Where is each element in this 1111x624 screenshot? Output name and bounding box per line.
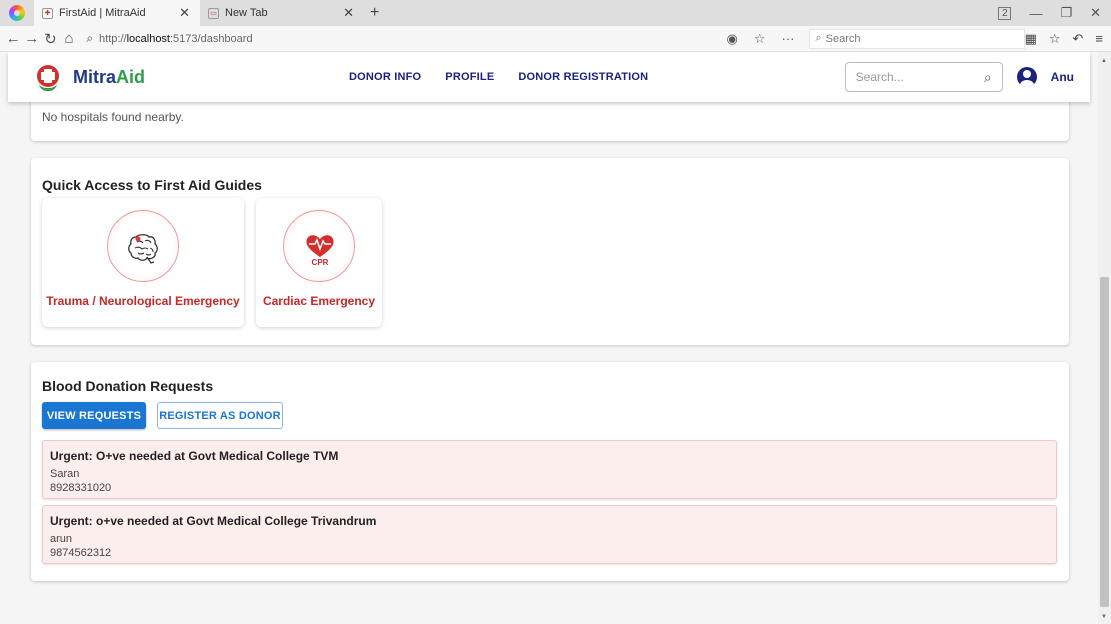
mitraaid-logo-icon[interactable]: [37, 63, 59, 91]
brand-main: Mitra: [73, 66, 117, 87]
request-name: arun: [50, 533, 73, 545]
guide-icon-ring: [107, 210, 179, 282]
guide-cardiac[interactable]: CPR Cardiac Emergency: [256, 198, 382, 327]
request-phone: 8928331020: [50, 482, 112, 494]
history-back-icon[interactable]: ↶: [1073, 31, 1084, 47]
app-header: MitraAid DONOR INFO PROFILE DONOR REGIST…: [8, 52, 1090, 102]
cpr-text: CPR: [312, 258, 329, 267]
more-icon[interactable]: ···: [782, 31, 795, 47]
address-search-icon: ⌕: [86, 31, 94, 45]
menu-donor-info[interactable]: DONOR INFO: [349, 71, 421, 83]
browser-tools: ▦ ☆ ↶ ≡: [1025, 31, 1111, 47]
guides-title: Quick Access to First Aid Guides: [42, 177, 262, 193]
brand-name[interactable]: MitraAid: [73, 67, 145, 88]
nearby-message: No hospitals found nearby.: [42, 110, 184, 124]
minimize-icon[interactable]: —: [1029, 6, 1042, 21]
tracking-icon[interactable]: ◉: [727, 31, 738, 47]
blood-title: Blood Donation Requests: [42, 378, 214, 394]
scroll-up-icon[interactable]: ▲: [1101, 58, 1107, 64]
forward-icon[interactable]: →: [23, 30, 42, 47]
scroll-down-icon[interactable]: ▼: [1101, 614, 1107, 620]
guide-label: Cardiac Emergency: [262, 294, 376, 308]
register-donor-button[interactable]: REGISTER AS DONOR: [157, 402, 283, 429]
page-scrollbar[interactable]: ▲ ▼: [1098, 52, 1111, 624]
app-search-input[interactable]: Search... ⌕: [844, 62, 1003, 92]
favicon-icon: ✚: [42, 7, 53, 19]
user-avatar-icon[interactable]: [1016, 67, 1037, 87]
close-tab-icon[interactable]: ✕: [179, 5, 190, 21]
reload-icon[interactable]: ↻: [41, 30, 60, 48]
tab-count-badge[interactable]: 2: [998, 6, 1012, 20]
menu-profile[interactable]: PROFILE: [445, 71, 494, 83]
new-tab-icon[interactable]: +: [370, 4, 379, 22]
url-host: localhost: [126, 32, 170, 45]
request-title: Urgent: o+ve needed at Govt Medical Coll…: [50, 514, 377, 528]
request-title: Urgent: O+ve needed at Govt Medical Coll…: [50, 449, 339, 463]
blood-request-item[interactable]: Urgent: o+ve needed at Govt Medical Coll…: [42, 505, 1057, 564]
heart-cpr-icon: CPR: [306, 235, 334, 267]
search-icon[interactable]: ⌕: [984, 69, 992, 86]
main-menu: DONOR INFO PROFILE DONOR REGISTRATION: [349, 71, 648, 83]
tab-firstaid[interactable]: ✚ FirstAid | MitraAid ✕: [34, 0, 200, 26]
blood-request-item[interactable]: Urgent: O+ve needed at Govt Medical Coll…: [42, 440, 1057, 499]
guide-trauma-neurological[interactable]: Trauma / Neurological Emergency: [42, 198, 244, 327]
view-requests-button[interactable]: VIEW REQUESTS: [42, 402, 146, 429]
tab-title: New Tab: [225, 7, 268, 19]
tab-new-tab[interactable]: ▭ New Tab ✕: [200, 0, 364, 26]
close-window-icon[interactable]: ✕: [1090, 5, 1101, 21]
favorites-icon[interactable]: ☆: [1049, 31, 1061, 47]
newtab-favicon-icon: ▭: [208, 7, 219, 19]
first-aid-guides-card: Quick Access to First Aid Guides Trauma …: [31, 158, 1069, 345]
url-path: :5173/dashboard: [170, 32, 253, 45]
window-controls: 2 — ❐ ✕: [998, 5, 1111, 21]
app-search-placeholder: Search...: [855, 70, 904, 84]
brand-accent: Aid: [116, 66, 146, 87]
back-icon[interactable]: ←: [4, 30, 23, 47]
browser-search-input[interactable]: ⌕ Search: [808, 28, 1025, 49]
url-prefix: http://: [99, 32, 127, 45]
tab-title: FirstAid | MitraAid: [59, 7, 146, 19]
address-bar[interactable]: ⌕ http://localhost:5173/dashboard: [86, 29, 736, 49]
request-name: Saran: [50, 468, 80, 480]
restore-icon[interactable]: ❐: [1060, 5, 1072, 21]
browser-logo-icon[interactable]: [9, 5, 25, 21]
url-actions: ◉ ☆ ···: [727, 31, 795, 47]
guide-icon-ring: CPR: [283, 210, 355, 282]
username[interactable]: Anu: [1051, 70, 1074, 84]
request-phone: 9874562312: [50, 547, 112, 559]
scroll-thumb[interactable]: [1100, 277, 1109, 607]
close-tab-icon[interactable]: ✕: [343, 5, 354, 21]
home-icon[interactable]: ⌂: [60, 30, 79, 47]
browser-search-icon: ⌕: [815, 32, 822, 44]
page-viewport: MitraAid DONOR INFO PROFILE DONOR REGIST…: [0, 52, 1098, 624]
menu-donor-registration[interactable]: DONOR REGISTRATION: [518, 71, 648, 83]
apps-grid-icon[interactable]: ▦: [1025, 31, 1037, 47]
brain-icon: [128, 234, 158, 264]
guide-label: Trauma / Neurological Emergency: [46, 294, 240, 308]
browser-nav-bar: ← → ↻ ⌂ ⌕ http://localhost:5173/dashboar…: [0, 26, 1111, 52]
bookmark-star-icon[interactable]: ☆: [754, 31, 766, 47]
blood-donation-card: Blood Donation Requests VIEW REQUESTS RE…: [31, 362, 1069, 581]
browser-tab-bar: ✚ FirstAid | MitraAid ✕ ▭ New Tab ✕ + 2 …: [0, 0, 1111, 26]
browser-search-placeholder: Search: [825, 32, 861, 45]
menu-hamburger-icon[interactable]: ≡: [1095, 31, 1103, 47]
